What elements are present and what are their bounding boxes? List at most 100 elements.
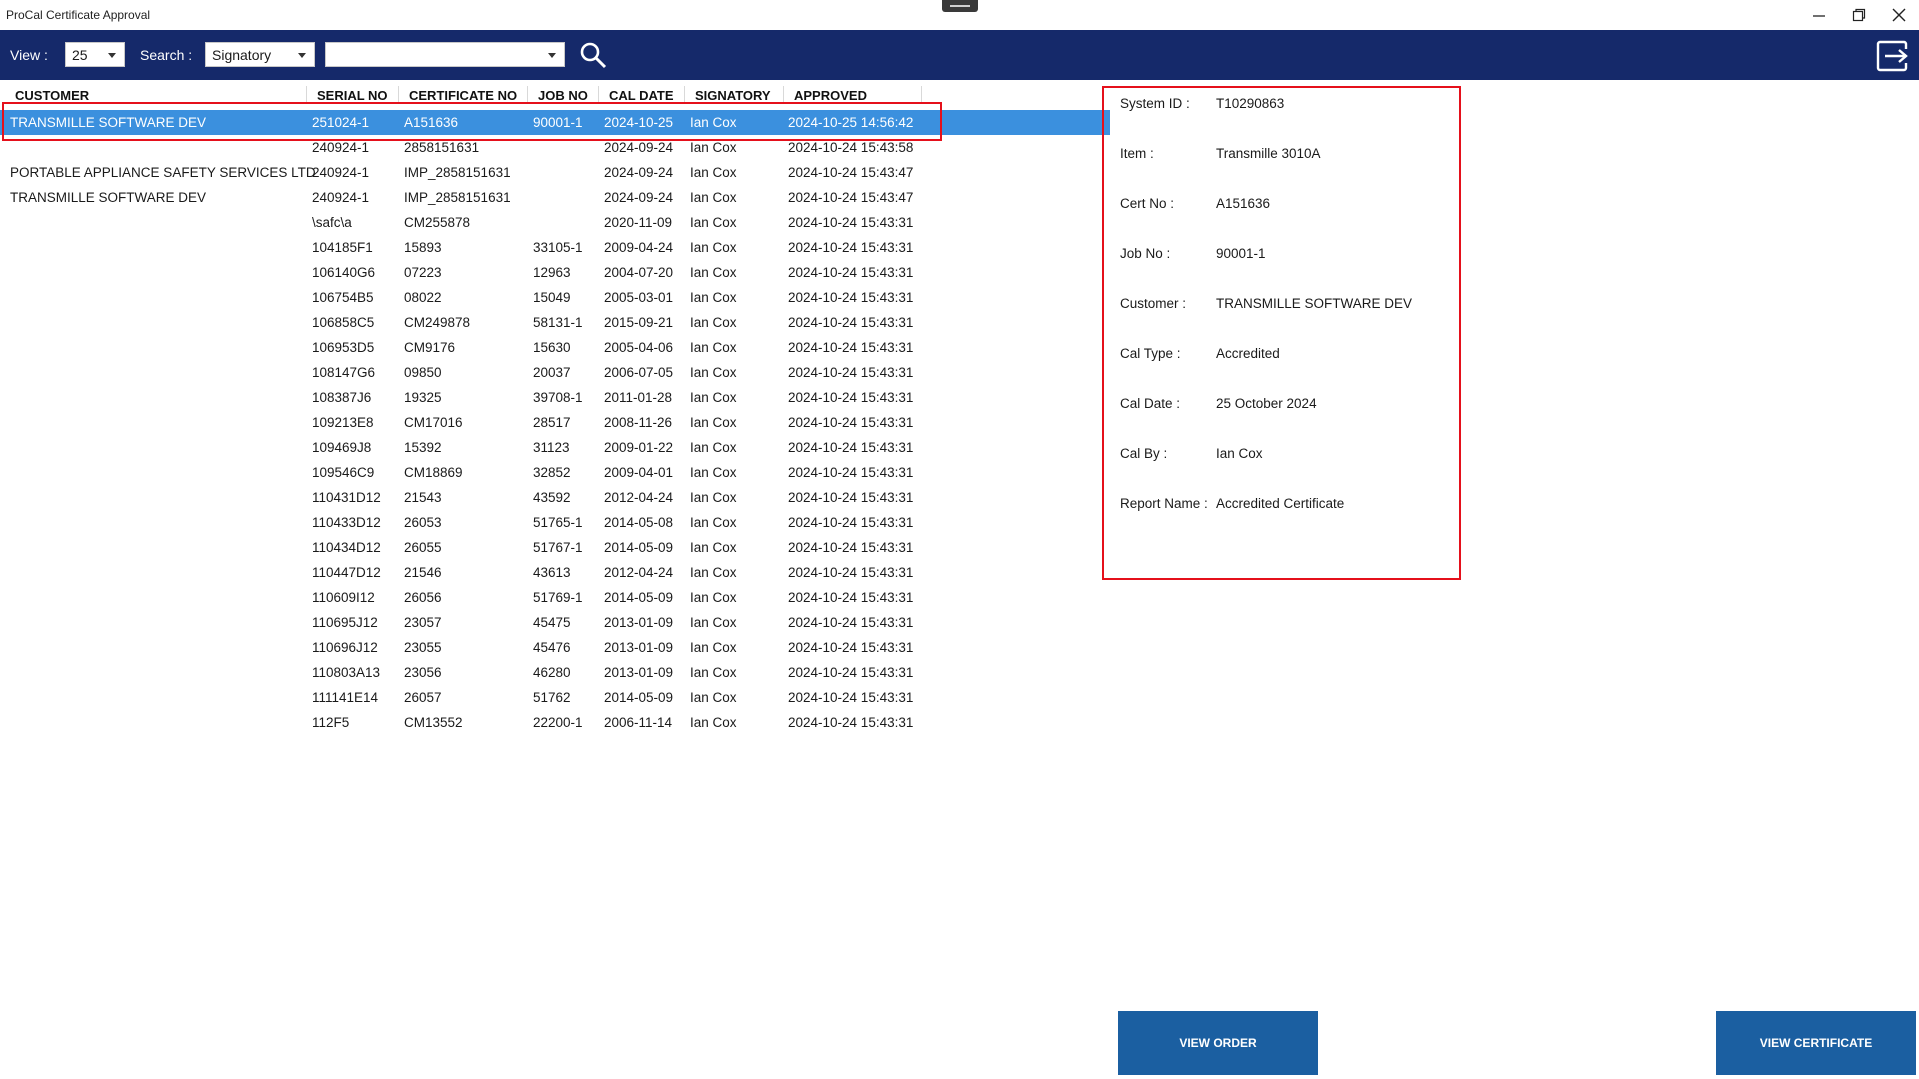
cell-approved: 2024-10-24 15:43:31 bbox=[788, 490, 914, 505]
table-row[interactable]: 106953D5 CM9176 15630 2005-04-06 Ian Cox 2024… bbox=[0, 335, 1110, 360]
cell-approved: 2024-10-24 15:43:31 bbox=[788, 340, 914, 355]
table-row[interactable]: 112F5 CM13552 22200-1 2006-11-14 Ian Cox 2024… bbox=[0, 710, 1110, 735]
detail-label: Cert No : bbox=[1120, 196, 1175, 211]
detail-value: Accredited Certificate bbox=[1216, 496, 1345, 511]
cell-cal-date: 2014-05-09 bbox=[604, 590, 674, 605]
cell-job-no: 33105-1 bbox=[533, 240, 583, 255]
table-row[interactable]: 109213E8 CM17016 28517 2008-11-26 Ian Cox 202… bbox=[0, 410, 1110, 435]
cell-certificate-no: CM9176 bbox=[404, 340, 456, 355]
cell-signatory: Ian Cox bbox=[690, 115, 737, 130]
cell-certificate-no: 15893 bbox=[404, 240, 442, 255]
table-row[interactable]: 106140G6 07223 12963 2004-07-20 Ian Cox 2024-… bbox=[0, 260, 1110, 285]
cell-approved: 2024-10-24 15:43:31 bbox=[788, 565, 914, 580]
cell-job-no: 15049 bbox=[533, 290, 571, 305]
table-row[interactable]: 110803A13 23056 46280 2013-01-09 Ian Cox 2024… bbox=[0, 660, 1110, 685]
table-row[interactable]: 110434D12 26055 51767-1 2014-05-09 Ian Cox 20… bbox=[0, 535, 1110, 560]
table-row[interactable]: 110433D12 26053 51765-1 2014-05-08 Ian Cox 20… bbox=[0, 510, 1110, 535]
table-row[interactable]: \safc\a CM255878 2020-11-09 Ian Cox 2024-10-… bbox=[0, 210, 1110, 235]
table-row[interactable]: 110695J12 23057 45475 2013-01-09 Ian Cox 2024… bbox=[0, 610, 1110, 635]
table-row[interactable]: 110609I12 26056 51769-1 2014-05-09 Ian Cox 20… bbox=[0, 585, 1110, 610]
cell-serial-no: 108147G6 bbox=[312, 365, 376, 380]
chevron-down-icon bbox=[298, 53, 306, 58]
table-row[interactable]: TRANSMILLE SOFTWARE DEV 240924-1 IMP_28581… bbox=[0, 185, 1110, 210]
cell-signatory: Ian Cox bbox=[690, 340, 737, 355]
search-label: Search : bbox=[140, 47, 193, 63]
cell-certificate-no: 07223 bbox=[404, 265, 442, 280]
close-icon bbox=[1892, 8, 1906, 22]
chevron-down-icon bbox=[548, 53, 556, 58]
cell-approved: 2024-10-24 15:43:47 bbox=[788, 165, 914, 180]
cell-signatory: Ian Cox bbox=[690, 590, 737, 605]
column-header-cal-date[interactable]: CAL DATE bbox=[609, 88, 674, 103]
cell-serial-no: 106754B5 bbox=[312, 290, 374, 305]
column-header-job-no[interactable]: JOB NO bbox=[538, 88, 588, 103]
cell-serial-no: 106140G6 bbox=[312, 265, 376, 280]
cell-signatory: Ian Cox bbox=[690, 665, 737, 680]
cell-signatory: Ian Cox bbox=[690, 440, 737, 455]
cell-cal-date: 2009-04-01 bbox=[604, 465, 674, 480]
search-button[interactable] bbox=[578, 40, 608, 70]
cell-serial-no: 109469J8 bbox=[312, 440, 372, 455]
table-row[interactable]: 109546C9 CM18869 32852 2009-04-01 Ian Cox 202… bbox=[0, 460, 1110, 485]
cell-cal-date: 2011-01-28 bbox=[604, 390, 673, 405]
cell-approved: 2024-10-25 14:56:42 bbox=[788, 115, 914, 130]
table-row[interactable]: 106858C5 CM249878 58131-1 2015-09-21 Ian Cox… bbox=[0, 310, 1110, 335]
cell-certificate-no: 26056 bbox=[404, 590, 442, 605]
cell-serial-no: 104185F1 bbox=[312, 240, 373, 255]
view-certificate-button[interactable]: VIEW CERTIFICATE bbox=[1716, 1011, 1916, 1075]
table-row[interactable]: 111141E14 26057 51762 2014-05-09 Ian Cox 2024… bbox=[0, 685, 1110, 710]
table-row[interactable]: TRANSMILLE SOFTWARE DEV 251024-1 A151636 90… bbox=[0, 110, 1110, 135]
table-row[interactable]: 110447D12 21546 43613 2012-04-24 Ian Cox 2024… bbox=[0, 560, 1110, 585]
cell-signatory: Ian Cox bbox=[690, 690, 737, 705]
close-button[interactable] bbox=[1880, 0, 1918, 30]
cell-approved: 2024-10-24 15:43:31 bbox=[788, 440, 914, 455]
cell-serial-no: 109213E8 bbox=[312, 415, 374, 430]
table-row[interactable]: 109469J8 15392 31123 2009-01-22 Ian Cox 2024-… bbox=[0, 435, 1110, 460]
cell-signatory: Ian Cox bbox=[690, 640, 737, 655]
table-row[interactable]: 108147G6 09850 20037 2006-07-05 Ian Cox 2024-… bbox=[0, 360, 1110, 385]
restore-icon bbox=[1852, 8, 1866, 22]
cell-job-no: 31123 bbox=[533, 440, 570, 455]
cell-signatory: Ian Cox bbox=[690, 365, 737, 380]
column-divider bbox=[598, 86, 599, 102]
cell-serial-no: 110609I12 bbox=[312, 590, 375, 605]
search-term-select[interactable] bbox=[325, 42, 565, 67]
restore-button[interactable] bbox=[1840, 0, 1878, 30]
cell-cal-date: 2024-09-24 bbox=[604, 190, 674, 205]
cell-signatory: Ian Cox bbox=[690, 215, 737, 230]
cell-job-no: 43613 bbox=[533, 565, 571, 580]
column-header-approved[interactable]: APPROVED bbox=[794, 88, 867, 103]
chevron-down-icon bbox=[108, 53, 116, 58]
view-order-button[interactable]: VIEW ORDER bbox=[1118, 1011, 1318, 1075]
search-field-select[interactable]: Signatory bbox=[205, 42, 315, 67]
search-icon bbox=[580, 42, 607, 69]
table-row[interactable]: 106754B5 08022 15049 2005-03-01 Ian Cox 2024-… bbox=[0, 285, 1110, 310]
minimize-button[interactable] bbox=[1800, 0, 1838, 30]
table-row[interactable]: 110431D12 21543 43592 2012-04-24 Ian Cox 2024… bbox=[0, 485, 1110, 510]
detail-value: 25 October 2024 bbox=[1216, 396, 1317, 411]
drag-handle[interactable] bbox=[942, 0, 978, 12]
cell-signatory: Ian Cox bbox=[690, 390, 737, 405]
view-count-select[interactable]: 25 bbox=[65, 42, 125, 67]
cell-serial-no: 109546C9 bbox=[312, 465, 375, 480]
cell-cal-date: 2014-05-08 bbox=[604, 515, 674, 530]
column-header-serial-no[interactable]: SERIAL NO bbox=[317, 88, 388, 103]
cell-job-no: 45476 bbox=[533, 640, 571, 655]
exit-button[interactable] bbox=[1876, 40, 1910, 72]
cell-job-no: 51762 bbox=[533, 690, 571, 705]
table-row[interactable]: PORTABLE APPLIANCE SAFETY SERVICES LTD 24… bbox=[0, 160, 1110, 185]
cell-certificate-no: CM249878 bbox=[404, 315, 471, 330]
detail-value: A151636 bbox=[1216, 196, 1271, 211]
detail-value: Ian Cox bbox=[1216, 446, 1263, 461]
column-header-certificate-no[interactable]: CERTIFICATE NO bbox=[409, 88, 517, 103]
table-row[interactable]: 108387J6 19325 39708-1 2011-01-28 Ian Cox 202… bbox=[0, 385, 1110, 410]
column-header-signatory[interactable]: SIGNATORY bbox=[695, 88, 771, 103]
cell-serial-no: 110433D12 bbox=[312, 515, 381, 530]
cell-signatory: Ian Cox bbox=[690, 515, 737, 530]
cell-approved: 2024-10-24 15:43:31 bbox=[788, 540, 914, 555]
table-row[interactable]: 110696J12 23055 45476 2013-01-09 Ian Cox 2024… bbox=[0, 635, 1110, 660]
view-count-value: 25 bbox=[72, 47, 88, 63]
table-row[interactable]: 240924-1 2858151631 2024-09-24 Ian Cox 2024-… bbox=[0, 135, 1110, 160]
table-row[interactable]: 104185F1 15893 33105-1 2009-04-24 Ian Cox 202… bbox=[0, 235, 1110, 260]
column-header-customer[interactable]: CUSTOMER bbox=[15, 88, 89, 103]
